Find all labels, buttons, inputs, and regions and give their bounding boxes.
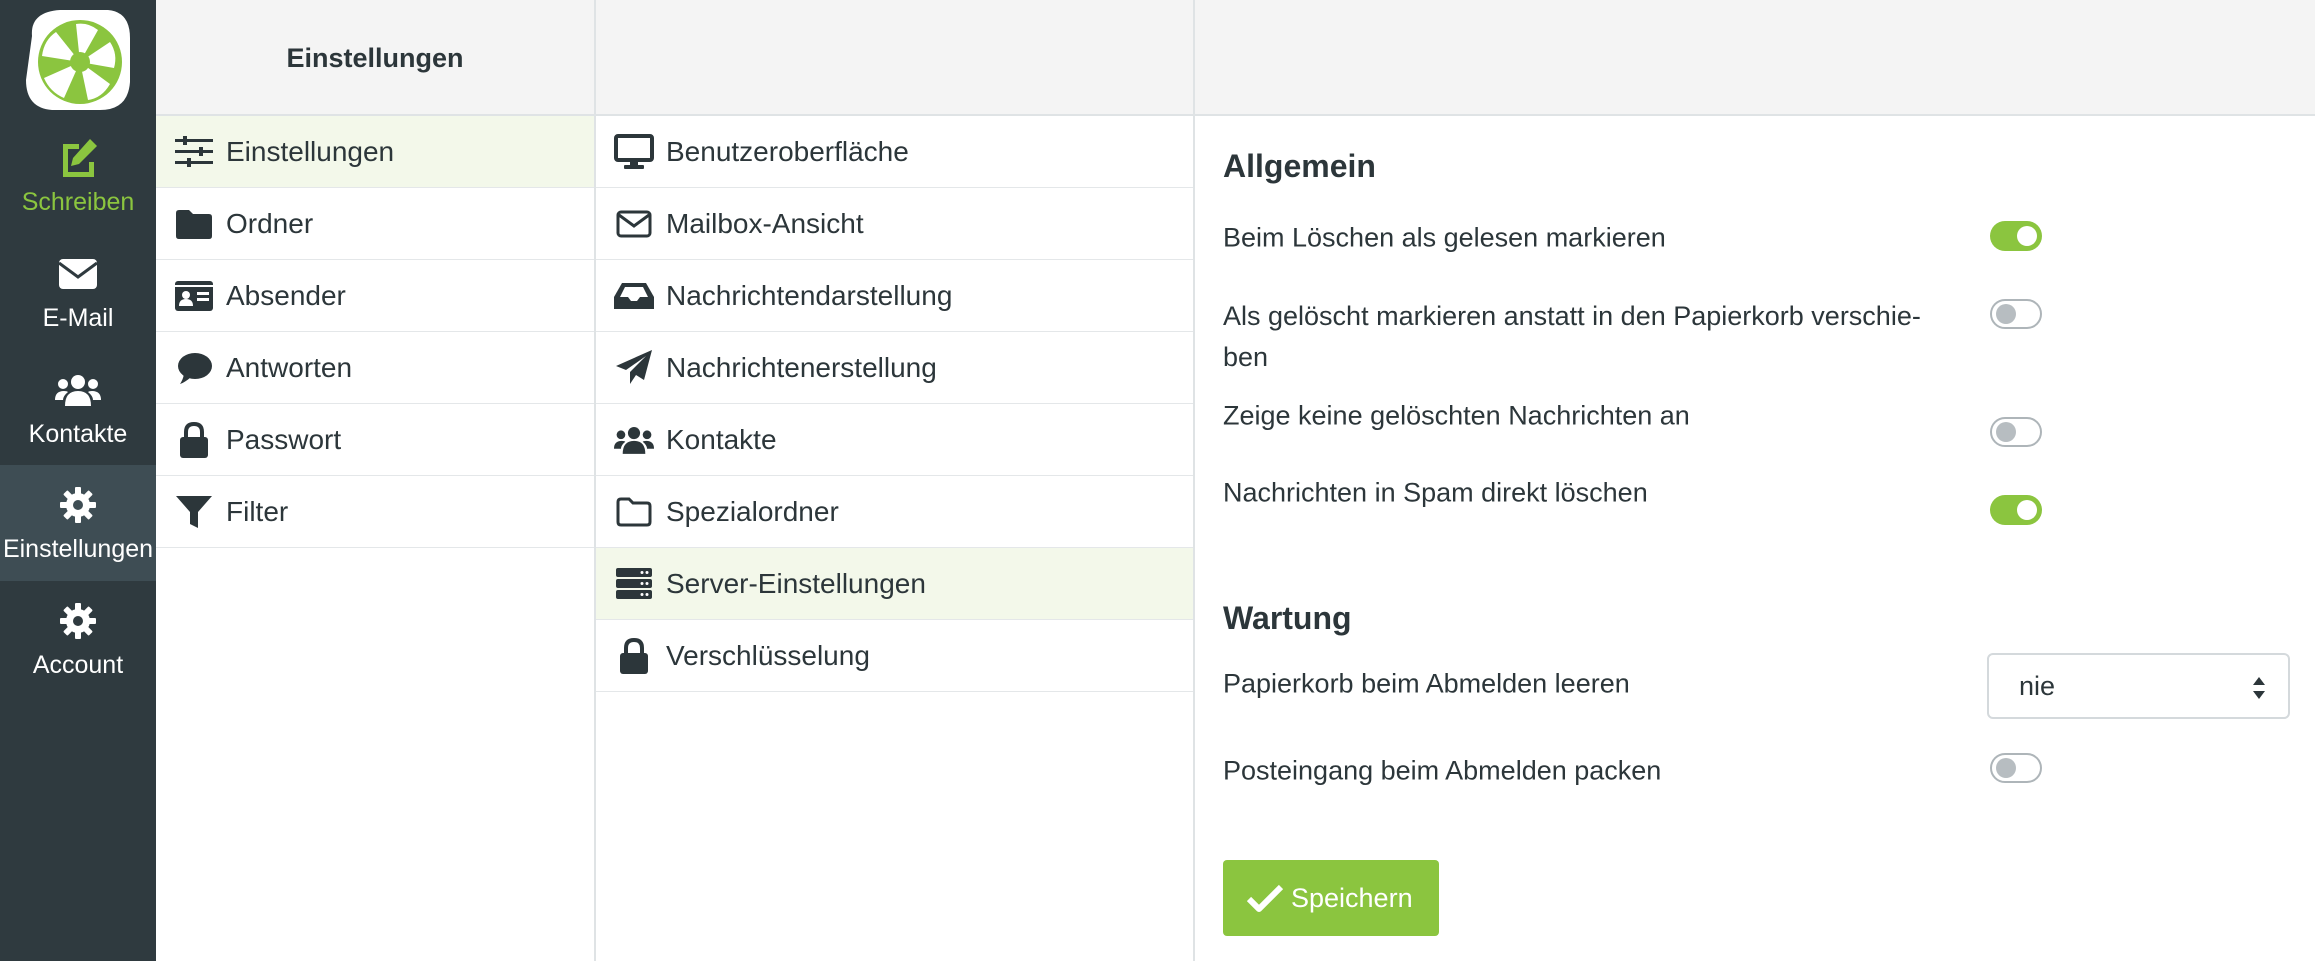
toggle-knob: [2017, 226, 2037, 246]
envelope-outline-icon: [614, 204, 654, 244]
subsection-item-message-composition[interactable]: Nachrichtenerstellung: [596, 332, 1193, 404]
folder-icon: [174, 204, 214, 244]
page-title: Einstellungen: [286, 42, 464, 73]
subsection-item-label: Kontakte: [666, 423, 777, 455]
app-logo[interactable]: [22, 6, 134, 114]
option-label: Als gelöscht markieren anstatt in den Pa…: [1223, 296, 1943, 378]
save-button-label: Speichern: [1291, 882, 1413, 913]
rail-item-label: Schreiben: [21, 188, 135, 216]
subsection-item-label: Mailbox-Ansicht: [666, 207, 864, 239]
rail-item-label: Account: [32, 651, 124, 679]
settings-section-list: Einstellungen Ordner Absender Antworten …: [156, 116, 594, 548]
section-title-general: Allgemein: [1223, 148, 1376, 184]
rail-item-label: Einstellungen: [2, 535, 154, 563]
subsection-item-ui[interactable]: Benutzeroberfläche: [596, 116, 1193, 188]
option-label: Beim Löschen als gelesen markieren: [1223, 222, 1666, 253]
toggle-knob: [1996, 758, 2016, 778]
section-item-label: Filter: [226, 495, 289, 527]
users-icon: [614, 420, 654, 460]
id-card-icon: [174, 276, 214, 316]
toggle-compact-inbox[interactable]: [1990, 753, 2042, 783]
section-item-label: Antworten: [226, 351, 353, 383]
section-item-settings[interactable]: Einstellungen: [156, 116, 594, 188]
toggle-knob: [1996, 422, 2016, 442]
toggle-read-on-delete[interactable]: [1990, 221, 2042, 251]
toggle-delete-junk[interactable]: [1990, 495, 2042, 525]
folder-outline-icon: [614, 492, 654, 532]
rail-item-contacts[interactable]: Kontakte: [0, 350, 156, 466]
settings-form: Allgemein Beim Löschen als gelesen marki…: [1195, 116, 2315, 961]
section-item-responses[interactable]: Antworten: [156, 332, 594, 404]
option-label-line1: Als gelöscht markieren anstatt in den Pa…: [1223, 301, 1921, 331]
rail-item-compose[interactable]: Schreiben: [0, 118, 156, 234]
lock-icon: [614, 636, 654, 676]
subsection-item-label: Nachrichtenerstellung: [666, 351, 937, 383]
rail-item-label: E-Mail: [42, 304, 114, 332]
subsection-item-label: Verschlüsselung: [666, 639, 870, 671]
option-label-line2: ben: [1223, 342, 1269, 372]
rail-item-email[interactable]: E-Mail: [0, 234, 156, 350]
subsection-item-encryption[interactable]: Verschlüsselung: [596, 620, 1193, 692]
sliders-icon: [174, 132, 214, 172]
section-item-label: Absender: [226, 279, 346, 311]
app-rail: Schreiben E-Mail Kontakte Einstellungen …: [0, 0, 156, 961]
subsection-item-label: Benutzeroberfläche: [666, 135, 909, 167]
subsection-item-server-settings[interactable]: Server-Einstellungen: [596, 548, 1193, 620]
subsection-item-label: Server-Einstellungen: [666, 567, 926, 599]
filter-icon: [174, 492, 214, 532]
option-label: Posteingang beim Abmelden packen: [1223, 755, 1662, 786]
subsection-item-message-display[interactable]: Nachrichtendarstellung: [596, 260, 1193, 332]
subsection-item-label: Spezialordner: [666, 495, 839, 527]
section-item-filter[interactable]: Filter: [156, 476, 594, 548]
settings-subsection-list: Benutzeroberfläche Mailbox-Ansicht Nachr…: [596, 116, 1193, 692]
save-button[interactable]: Speichern: [1223, 860, 1439, 936]
monitor-icon: [614, 132, 654, 172]
subsection-item-mailbox-view[interactable]: Mailbox-Ansicht: [596, 188, 1193, 260]
gear-icon: [0, 483, 156, 527]
section-title-maintenance: Wartung: [1223, 600, 1352, 636]
lock-icon: [174, 420, 214, 460]
rail-item-account[interactable]: Account: [0, 581, 156, 697]
server-icon: [614, 564, 654, 604]
toggle-skip-deleted[interactable]: [1990, 417, 2042, 447]
section-item-password[interactable]: Passwort: [156, 404, 594, 476]
paper-plane-icon: [614, 348, 654, 388]
section-item-folders[interactable]: Ordner: [156, 188, 594, 260]
rail-item-settings[interactable]: Einstellungen: [0, 465, 156, 581]
toggle-knob: [2017, 500, 2037, 520]
option-label: Zeige keine gelöschten Nachrichten an: [1223, 400, 1690, 431]
comment-icon: [174, 348, 214, 388]
section-item-label: Ordner: [226, 207, 314, 239]
toggle-flag-for-deletion[interactable]: [1990, 299, 2042, 329]
subsection-item-label: Nachrichtendarstellung: [666, 279, 953, 311]
sort-arrows-icon: [2253, 677, 2265, 699]
select-value: nie: [2019, 670, 2056, 701]
empty-trash-select[interactable]: nie: [1987, 653, 2290, 719]
section-item-label: Passwort: [226, 423, 342, 455]
gear-icon: [0, 599, 156, 643]
inbox-icon: [614, 276, 654, 316]
rail-item-label: Kontakte: [28, 420, 128, 448]
option-label: Papierkorb beim Abmelden leeren: [1223, 668, 1630, 699]
subsection-item-special-folders[interactable]: Spezialordner: [596, 476, 1193, 548]
section-item-label: Einstellungen: [226, 135, 395, 167]
option-label: Nachrichten in Spam direkt löschen: [1223, 477, 1648, 508]
pencil-square-icon: [0, 136, 156, 180]
users-icon: [0, 368, 156, 412]
section-item-identities[interactable]: Absender: [156, 260, 594, 332]
toggle-knob: [1996, 304, 2016, 324]
subsection-item-contacts[interactable]: Kontakte: [596, 404, 1193, 476]
check-icon: [1247, 880, 1283, 916]
envelope-icon: [0, 252, 156, 296]
